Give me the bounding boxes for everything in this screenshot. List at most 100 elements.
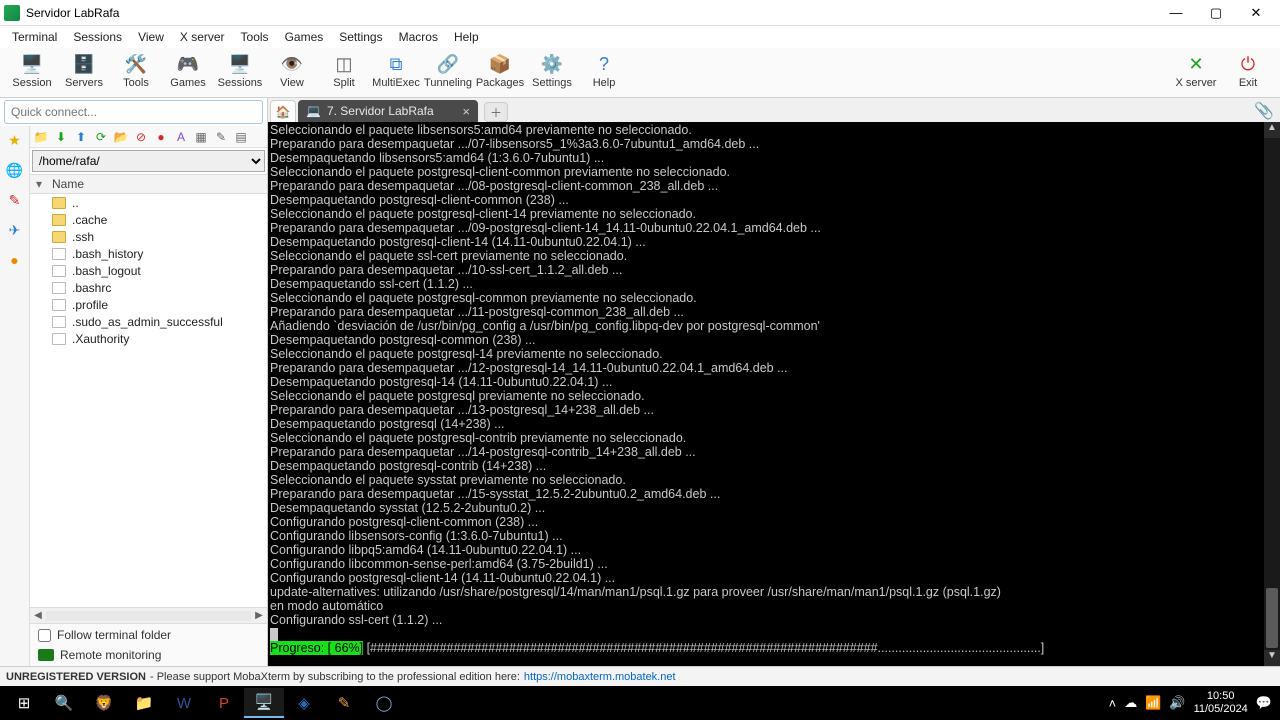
- path-selector[interactable]: /home/rafa/: [32, 150, 265, 172]
- onedrive-icon[interactable]: ☁: [1124, 695, 1137, 711]
- file-item[interactable]: .bash_history: [30, 245, 267, 262]
- toolbar-exit[interactable]: ⏻Exit: [1222, 50, 1274, 98]
- toolbar-games[interactable]: 🎮Games: [162, 50, 214, 98]
- volume-icon[interactable]: 🔊: [1169, 695, 1185, 711]
- multiexec-icon: ⧉: [384, 52, 408, 76]
- folder-icon: [52, 197, 66, 209]
- file-item[interactable]: .sudo_as_admin_successful: [30, 313, 267, 330]
- sftp-toolbar: 📁 ⬇ ⬆ ⟳ 📂 ⊘ ● A ▦ ✎ ▤: [30, 126, 267, 148]
- file-item[interactable]: ..: [30, 194, 267, 211]
- file-icon: [52, 299, 66, 311]
- menu-help[interactable]: Help: [446, 28, 487, 46]
- macro-icon[interactable]: ✎: [5, 190, 25, 210]
- menu-settings[interactable]: Settings: [331, 28, 390, 46]
- start-button[interactable]: ⊞: [4, 688, 44, 718]
- quick-connect-input[interactable]: [4, 100, 263, 124]
- close-button[interactable]: ✕: [1236, 0, 1276, 26]
- menu-sessions[interactable]: Sessions: [65, 28, 130, 46]
- menu-x-server[interactable]: X server: [172, 28, 233, 46]
- menu-view[interactable]: View: [130, 28, 172, 46]
- folder-icon: [52, 214, 66, 226]
- unregistered-label: UNREGISTERED VERSION: [6, 671, 146, 683]
- menu-tools[interactable]: Tools: [233, 28, 277, 46]
- footer-link[interactable]: https://mobaxterm.mobatek.net: [524, 671, 676, 683]
- history-icon[interactable]: ●: [5, 250, 25, 270]
- monitor-icon: [38, 649, 54, 661]
- favorites-icon[interactable]: ★: [5, 130, 25, 150]
- word-icon[interactable]: W: [164, 688, 204, 718]
- status-bar: UNREGISTERED VERSION - Please support Mo…: [0, 666, 1280, 686]
- delete-icon[interactable]: ⊘: [132, 128, 150, 146]
- app-icon: [4, 5, 20, 21]
- file-item[interactable]: .bashrc: [30, 279, 267, 296]
- folder-icon: [52, 231, 66, 243]
- tunneling-icon: 🔗: [436, 52, 460, 76]
- new-folder-icon[interactable]: 📂: [112, 128, 130, 146]
- file-item[interactable]: .ssh: [30, 228, 267, 245]
- folder-icon[interactable]: 📁: [32, 128, 50, 146]
- properties-icon[interactable]: A: [172, 128, 190, 146]
- mobaxterm-taskbar-icon[interactable]: 🖥️: [244, 688, 284, 718]
- app2-icon[interactable]: ◯: [364, 688, 404, 718]
- menu-terminal[interactable]: Terminal: [4, 28, 65, 46]
- powerpoint-icon[interactable]: P: [204, 688, 244, 718]
- menu-macros[interactable]: Macros: [391, 28, 446, 46]
- toolbar-settings[interactable]: ⚙️Settings: [526, 50, 578, 98]
- file-item[interactable]: .bash_logout: [30, 262, 267, 279]
- search-icon[interactable]: 🔍: [44, 688, 84, 718]
- home-tab[interactable]: 🏠: [270, 100, 296, 122]
- toolbar-sessions[interactable]: 🖥️Sessions: [214, 50, 266, 98]
- follow-terminal-checkbox[interactable]: Follow terminal folder: [38, 628, 259, 642]
- home-icon: 🏠: [276, 105, 291, 119]
- tab-label: 7. Servidor LabRafa: [327, 104, 434, 118]
- toolbar-session[interactable]: 🖥️Session: [6, 50, 58, 98]
- taskbar-clock[interactable]: 10:50 11/05/2024: [1194, 690, 1248, 716]
- toolbar-x-server[interactable]: ✕X server: [1170, 50, 1222, 98]
- packages-icon: 📦: [488, 52, 512, 76]
- toolbar-servers[interactable]: 🗄️Servers: [58, 50, 110, 98]
- toolbar-packages[interactable]: 📦Packages: [474, 50, 526, 98]
- session-tab[interactable]: 💻 7. Servidor LabRafa ×: [298, 100, 478, 122]
- hidden-icon[interactable]: ▦: [192, 128, 210, 146]
- file-list-hscroll[interactable]: ◀▶: [30, 607, 267, 623]
- terminal-output[interactable]: Seleccionando el paquete libsensors5:amd…: [268, 122, 1264, 666]
- remote-monitoring-button[interactable]: Remote monitoring: [38, 648, 259, 662]
- brave-icon[interactable]: 🦁: [84, 688, 124, 718]
- exit-icon: ⏻: [1236, 52, 1260, 76]
- minimize-button[interactable]: ―: [1156, 0, 1196, 26]
- sftp-icon[interactable]: 🌐: [5, 160, 25, 180]
- toolbar-view[interactable]: 👁️View: [266, 50, 318, 98]
- x server-icon: ✕: [1184, 52, 1208, 76]
- stop-icon[interactable]: ●: [152, 128, 170, 146]
- settings-icon[interactable]: ▤: [232, 128, 250, 146]
- file-item[interactable]: .cache: [30, 211, 267, 228]
- upload-icon[interactable]: ⬆: [72, 128, 90, 146]
- file-item[interactable]: .profile: [30, 296, 267, 313]
- file-item[interactable]: .Xauthority: [30, 330, 267, 347]
- file-list-header[interactable]: ▾ Name: [30, 174, 267, 194]
- new-tab-button[interactable]: ＋: [484, 102, 508, 122]
- app1-icon[interactable]: ✎: [324, 688, 364, 718]
- toolbar-tools[interactable]: 🛠️Tools: [110, 50, 162, 98]
- notifications-icon[interactable]: 💬: [1256, 695, 1272, 711]
- toolbar-tunneling[interactable]: 🔗Tunneling: [422, 50, 474, 98]
- toolbar-multiexec[interactable]: ⧉MultiExec: [370, 50, 422, 98]
- tab-close-icon[interactable]: ×: [462, 104, 470, 119]
- edit-icon[interactable]: ✎: [212, 128, 230, 146]
- maximize-button[interactable]: ▢: [1196, 0, 1236, 26]
- wifi-icon[interactable]: 📶: [1145, 695, 1161, 711]
- toolbar-split[interactable]: ◫Split: [318, 50, 370, 98]
- vbox-icon[interactable]: ◈: [284, 688, 324, 718]
- tools-icon[interactable]: ✈: [5, 220, 25, 240]
- terminal-icon: 💻: [306, 104, 321, 118]
- refresh-icon[interactable]: ⟳: [92, 128, 110, 146]
- terminal-scrollbar[interactable]: ▲ ▼: [1264, 122, 1280, 666]
- tray-chevron-icon[interactable]: ˄: [1109, 696, 1117, 711]
- download-icon[interactable]: ⬇: [52, 128, 70, 146]
- servers-icon: 🗄️: [72, 52, 96, 76]
- toolbar-help[interactable]: ?Help: [578, 50, 630, 98]
- menu-games[interactable]: Games: [277, 28, 332, 46]
- explorer-icon[interactable]: 📁: [124, 688, 164, 718]
- paperclip-icon[interactable]: 📎: [1252, 100, 1276, 122]
- file-icon: [52, 282, 66, 294]
